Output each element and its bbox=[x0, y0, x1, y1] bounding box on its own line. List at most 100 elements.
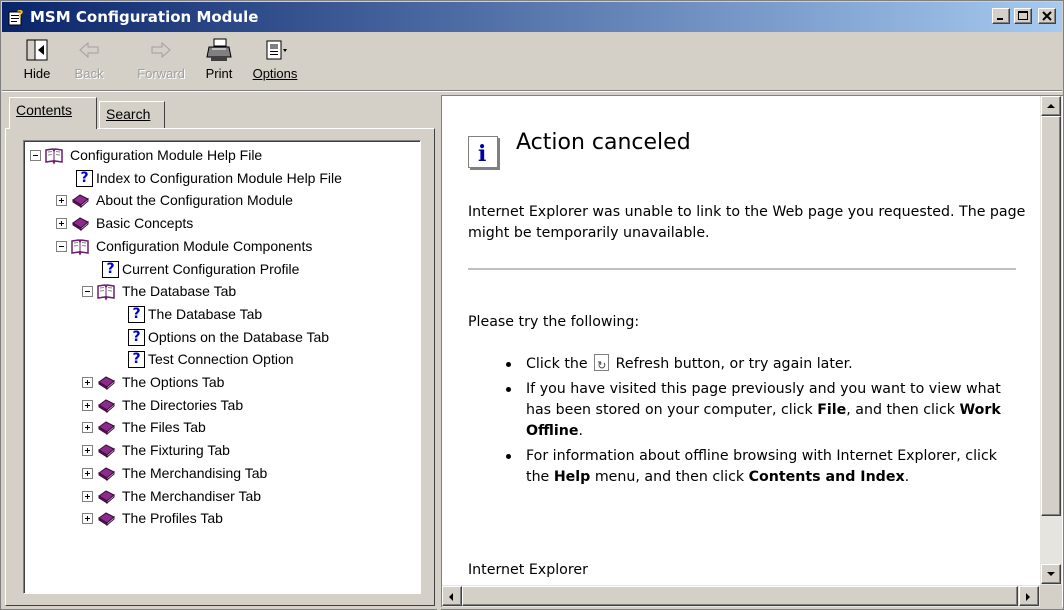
expand-icon[interactable] bbox=[82, 422, 93, 434]
maximize-button[interactable] bbox=[1014, 8, 1032, 24]
hide-label: Hide bbox=[23, 66, 51, 81]
print-button[interactable]: Print bbox=[194, 37, 244, 89]
divider bbox=[468, 268, 1016, 270]
vertical-scroll-thumb[interactable] bbox=[1041, 116, 1061, 516]
file-menu-text: File bbox=[817, 402, 847, 418]
tree-item-label: Configuration Module Components bbox=[96, 237, 313, 254]
closed-book-icon bbox=[70, 191, 90, 211]
info-icon: i bbox=[468, 136, 498, 168]
tree-item-label: The Merchandising Tab bbox=[122, 464, 268, 481]
arrow-down-icon bbox=[1047, 572, 1055, 576]
bullet-dot bbox=[506, 454, 511, 459]
window-title: MSM Configuration Module bbox=[30, 8, 259, 26]
scroll-down-button[interactable] bbox=[1041, 564, 1061, 584]
tree-item-label: The Files Tab bbox=[122, 419, 206, 436]
svg-text:?: ? bbox=[17, 9, 23, 21]
open-book-icon bbox=[70, 237, 90, 257]
closed-book-icon bbox=[96, 418, 116, 438]
expand-icon[interactable] bbox=[56, 218, 67, 230]
expand-icon[interactable] bbox=[82, 399, 93, 411]
toolbar: Hide Back Forward Print Options bbox=[2, 33, 1062, 91]
close-button[interactable] bbox=[1038, 8, 1056, 24]
hide-pane-icon bbox=[26, 39, 48, 61]
footer-text: Internet Explorer bbox=[468, 562, 588, 578]
contents-tree[interactable]: Configuration Module Help File? Index to … bbox=[23, 140, 421, 594]
scroll-up-button[interactable] bbox=[1041, 96, 1061, 116]
bullet3-end: . bbox=[904, 469, 910, 485]
collapse-icon[interactable] bbox=[56, 240, 67, 252]
closed-book-icon bbox=[96, 487, 116, 507]
tree-item-label: Current Configuration Profile bbox=[122, 260, 300, 277]
tree-item-label: The Database Tab bbox=[122, 283, 237, 300]
horizontal-scroll-thumb[interactable] bbox=[462, 586, 1018, 606]
close-icon bbox=[1042, 11, 1052, 21]
bullet-dot bbox=[506, 362, 511, 367]
tree-item-label: Basic Concepts bbox=[96, 215, 194, 232]
collapse-icon[interactable] bbox=[82, 286, 93, 298]
back-arrow-icon bbox=[79, 41, 99, 59]
bullet2-end: . bbox=[578, 423, 583, 439]
hide-button[interactable]: Hide bbox=[12, 37, 62, 89]
closed-book-icon bbox=[70, 214, 90, 234]
arrow-right-icon bbox=[1026, 593, 1030, 601]
tree-item-label: The Fixturing Tab bbox=[122, 442, 230, 459]
help-topic-icon: ? bbox=[102, 260, 119, 278]
collapse-icon[interactable] bbox=[30, 150, 41, 161]
arrow-left-icon bbox=[449, 593, 453, 601]
help-window: ? MSM Configuration Module Hide Back For… bbox=[0, 0, 1064, 610]
help-topic-icon: ? bbox=[128, 305, 145, 323]
bullet3-mid: menu, and then click bbox=[594, 469, 745, 485]
options-button[interactable]: Options bbox=[240, 37, 310, 89]
try-following-text: Please try the following: bbox=[468, 314, 640, 330]
bullet-dot bbox=[506, 387, 511, 392]
maximize-icon bbox=[1018, 11, 1028, 20]
error-description: Internet Explorer was unable to link to … bbox=[468, 204, 1026, 241]
tree-item-label: Index to Configuration Module Help File bbox=[96, 169, 342, 186]
suggestion-refresh: Click the ↻ Refresh button, or try again… bbox=[500, 354, 1020, 375]
expand-icon[interactable] bbox=[82, 445, 93, 457]
forward-label: Forward bbox=[137, 66, 185, 81]
open-book-icon bbox=[96, 282, 116, 302]
refresh-icon: ↻ bbox=[594, 354, 610, 372]
tree-item-label: Test Connection Option bbox=[148, 351, 294, 368]
scrollbar-corner bbox=[1040, 585, 1062, 607]
contents-panel: Configuration Module Help File? Index to … bbox=[5, 128, 435, 606]
suggestion-offline: If you have visited this page previously… bbox=[500, 379, 1020, 442]
tab-contents[interactable]: Contents bbox=[9, 97, 97, 129]
tree-item-label: The Directories Tab bbox=[122, 396, 244, 413]
help-topic-icon: ? bbox=[128, 328, 145, 346]
contents-index-text: Contents and Index bbox=[748, 469, 905, 485]
expand-icon[interactable] bbox=[56, 195, 67, 207]
closed-book-icon bbox=[96, 509, 116, 529]
forward-button[interactable]: Forward bbox=[130, 37, 192, 89]
error-heading: Action canceled bbox=[516, 130, 691, 155]
tree-item-label: Configuration Module Help File bbox=[70, 147, 263, 163]
expand-icon[interactable] bbox=[82, 467, 93, 479]
info-icon-glyph: i bbox=[478, 141, 487, 167]
horizontal-scrollbar[interactable] bbox=[442, 585, 1040, 607]
minimize-button[interactable] bbox=[992, 8, 1010, 24]
expand-icon[interactable] bbox=[82, 513, 93, 525]
scroll-right-button[interactable] bbox=[1019, 586, 1039, 606]
title-bar[interactable]: ? MSM Configuration Module bbox=[2, 2, 1062, 32]
expand-icon[interactable] bbox=[82, 377, 93, 388]
tab-search[interactable]: Search bbox=[99, 101, 165, 129]
vertical-scrollbar[interactable] bbox=[1040, 96, 1062, 585]
back-button[interactable]: Back bbox=[64, 37, 114, 89]
printer-icon bbox=[206, 38, 232, 61]
closed-book-icon bbox=[96, 441, 116, 461]
help-topic-icon: ? bbox=[76, 169, 93, 187]
tree-item-label: Options on the Database Tab bbox=[148, 328, 330, 345]
suggestion-help: For information about offline browsing w… bbox=[500, 446, 1020, 488]
tree-item-label: About the Configuration Module bbox=[96, 192, 293, 209]
print-label: Print bbox=[205, 66, 233, 81]
help-topic-icon: ? bbox=[128, 351, 145, 369]
expand-icon[interactable] bbox=[82, 490, 93, 502]
scroll-left-button[interactable] bbox=[442, 586, 462, 606]
arrow-up-icon bbox=[1047, 104, 1055, 108]
bullet1-post: Refresh button, or try again later. bbox=[615, 356, 853, 372]
tab-contents-label: Contents bbox=[16, 102, 73, 118]
navigation-pane: Contents Search Configuration Module Hel… bbox=[5, 97, 435, 607]
forward-arrow-icon bbox=[151, 41, 171, 59]
back-label: Back bbox=[74, 66, 104, 81]
